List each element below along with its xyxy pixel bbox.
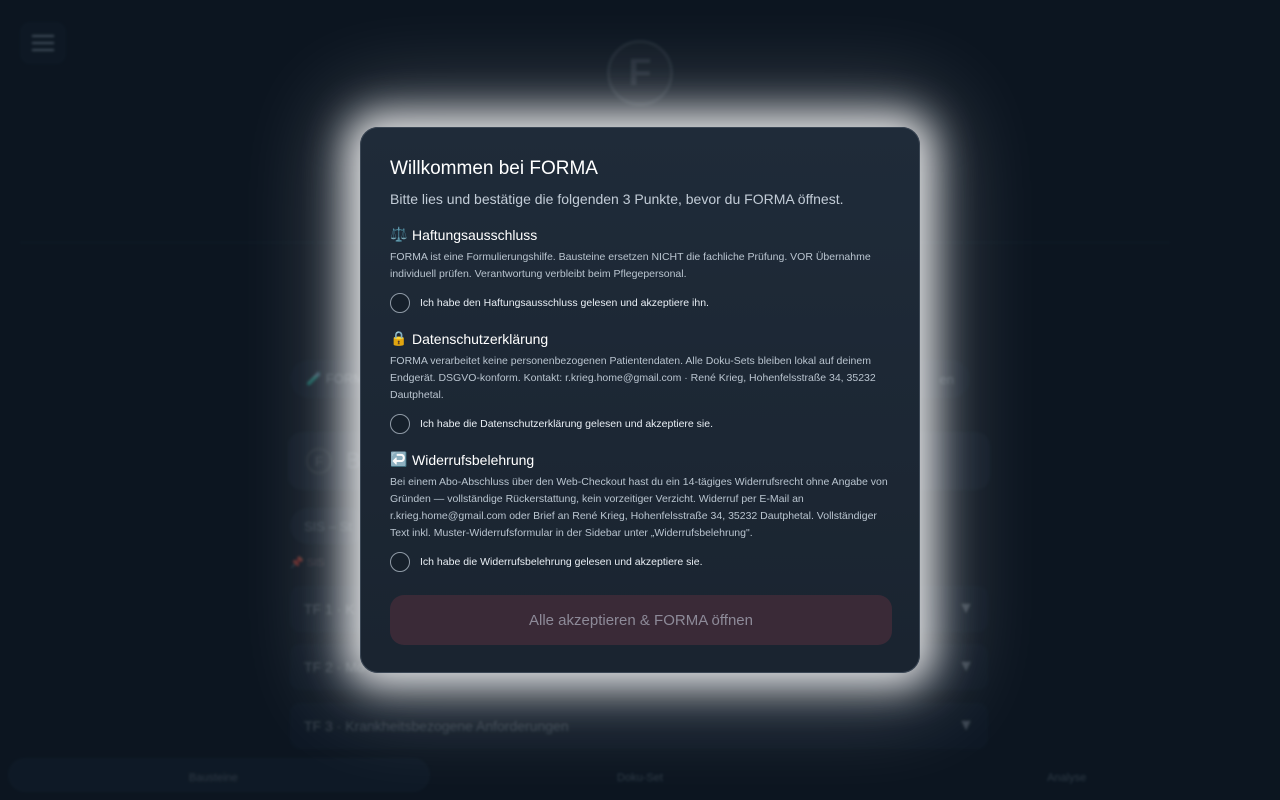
accept-all-button[interactable]: Alle akzeptieren & FORMA öffnen: [390, 595, 892, 645]
modal-title: Willkommen bei FORMA: [390, 158, 598, 179]
scales-icon: ⚖️: [390, 226, 408, 242]
section-datenschutz: 🔒 Datenschutzerklärung FORMA verarbeitet…: [390, 330, 891, 434]
consent-label: Ich habe die Widerrufsbelehrung gelesen …: [420, 556, 703, 568]
haftung-consent-radio[interactable]: [390, 293, 410, 313]
section-text: FORMA verarbeitet keine personenbezogene…: [390, 355, 876, 401]
lock-icon: 🔒: [390, 330, 408, 346]
section-widerruf: ↩️ Widerrufsbelehrung Bei einem Abo-Absc…: [390, 451, 891, 572]
modal-intro: Bitte lies und bestätige die folgenden 3…: [390, 191, 844, 207]
widerruf-consent-radio[interactable]: [390, 552, 410, 572]
widerruf-consent-row[interactable]: Ich habe die Widerrufsbelehrung gelesen …: [390, 552, 891, 572]
section-title: Datenschutzerklärung: [412, 330, 549, 347]
consent-label: Ich habe die Datenschutzerklärung gelese…: [420, 418, 714, 430]
section-haftungsausschluss: ⚖️ Haftungsausschluss FORMA ist eine For…: [390, 226, 891, 313]
return-arrow-icon: ↩️: [390, 451, 408, 467]
welcome-modal: Willkommen bei FORMA Bitte lies und best…: [360, 127, 920, 673]
datenschutz-consent-row[interactable]: Ich habe die Datenschutzerklärung gelese…: [390, 414, 891, 434]
haftung-consent-row[interactable]: Ich habe den Haftungsausschluss gelesen …: [390, 293, 891, 313]
datenschutz-consent-radio[interactable]: [390, 414, 410, 434]
consent-label: Ich habe den Haftungsausschluss gelesen …: [420, 297, 709, 309]
section-title: Widerrufsbelehrung: [412, 451, 535, 468]
section-title: Haftungsausschluss: [412, 226, 538, 243]
section-text: FORMA ist eine Formulierungshilfe. Baust…: [390, 251, 871, 280]
section-text: Bei einem Abo-Abschluss über den Web-Che…: [390, 476, 888, 539]
